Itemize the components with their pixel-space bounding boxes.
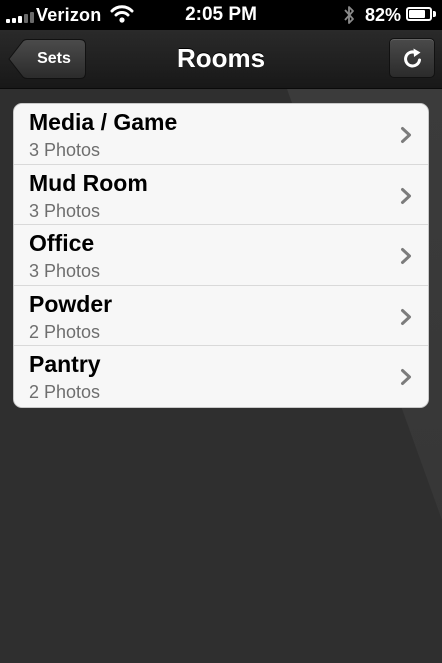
back-button-sets[interactable]: Sets: [8, 39, 86, 79]
chevron-right-icon: [401, 127, 411, 143]
back-button-label: Sets: [37, 50, 71, 67]
status-bar: Verizon 2:05 PM 82%: [0, 0, 442, 30]
list-item[interactable]: Powder 2 Photos: [14, 285, 428, 347]
room-name: Pantry: [29, 351, 101, 378]
page-title: Rooms: [176, 43, 266, 73]
battery-icon: [406, 7, 432, 21]
room-list: Media / Game 3 Photos Mud Room 3 Photos …: [13, 103, 429, 408]
list-item[interactable]: Office 3 Photos: [14, 225, 428, 286]
chevron-right-icon: [401, 369, 411, 386]
room-photo-count: 2 Photos: [29, 382, 101, 403]
battery-percent: 82%: [365, 5, 402, 25]
chevron-right-icon: [401, 308, 411, 325]
room-photo-count: 3 Photos: [29, 140, 101, 160]
battery-level-fill: [409, 10, 426, 18]
refresh-icon: [404, 48, 421, 68]
room-name: Mud Room: [29, 169, 148, 196]
list-item[interactable]: Pantry 2 Photos: [14, 346, 428, 407]
bluetooth-icon: [344, 6, 354, 24]
room-name: Powder: [29, 290, 113, 317]
chevron-right-icon: [401, 248, 411, 265]
list-item[interactable]: Mud Room 3 Photos: [14, 164, 428, 226]
battery-tip: [433, 11, 436, 17]
refresh-button[interactable]: [389, 38, 435, 78]
room-photo-count: 3 Photos: [29, 200, 101, 221]
room-photo-count: 3 Photos: [29, 261, 101, 282]
list-item[interactable]: Media / Game 3 Photos: [14, 104, 428, 165]
room-photo-count: 2 Photos: [29, 321, 101, 342]
room-name: Office: [29, 230, 95, 257]
navigation-bar: Sets Rooms: [0, 30, 442, 89]
room-name: Media / Game: [29, 109, 178, 135]
chevron-right-icon: [401, 187, 411, 204]
